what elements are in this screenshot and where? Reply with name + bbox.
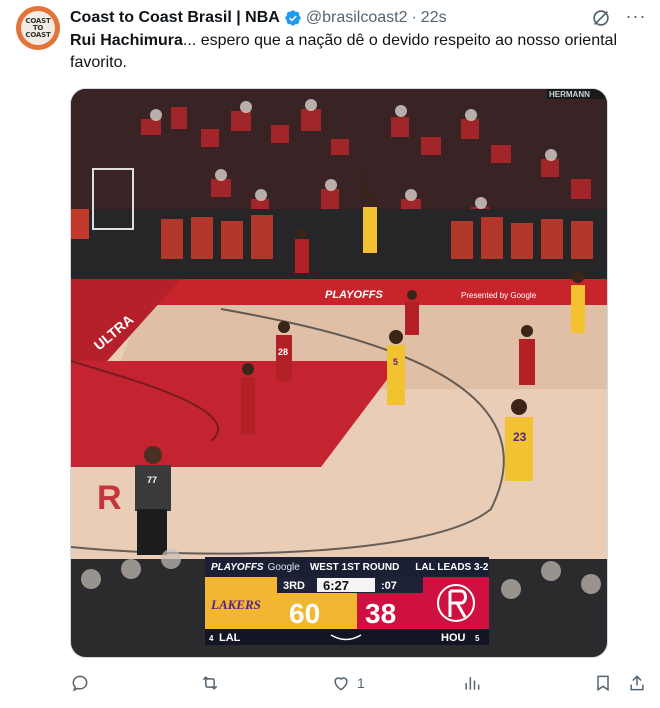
like-button[interactable]: 1	[331, 670, 365, 696]
scorebug-shot-clock: :07	[381, 580, 397, 592]
heart-icon	[334, 677, 348, 691]
author-handle[interactable]: @brasilcoast2	[306, 9, 408, 27]
scorebug-round: WEST 1ST ROUND	[309, 561, 400, 573]
post-text: Rui Hachimura... espero que a nação dê o…	[70, 30, 640, 74]
repost-button[interactable]	[200, 670, 226, 696]
court-ad-center: PLAYOFFS	[325, 289, 384, 301]
scorebug-top-bar: PLAYOFFS Google WEST 1ST ROUND LAL LEADS…	[205, 557, 489, 577]
scorebug-series: LAL LEADS 3-2	[415, 561, 489, 573]
referee-number: 77	[147, 475, 157, 485]
share-icon	[630, 675, 644, 691]
svg-text:R: R	[97, 479, 122, 517]
away-score: 38	[365, 598, 396, 629]
separator-dot: ·	[411, 9, 417, 26]
scorebug-period: 3RD	[283, 580, 305, 592]
home-score: 60	[289, 598, 320, 629]
post-time[interactable]: 22s	[421, 9, 447, 27]
scorebug: PLAYOFFS Google WEST 1ST ROUND LAL LEADS…	[205, 557, 489, 647]
bookmark-button[interactable]	[593, 670, 613, 696]
home-seed: 4	[209, 634, 214, 643]
player-number-5: 5	[393, 357, 398, 367]
video-player[interactable]: HERMANN PLAYOFFS Presented by Google ULT…	[70, 88, 608, 658]
views-button[interactable]	[462, 670, 488, 696]
post-header: Coast to Coast Brasil | NBA @brasilcoast…	[70, 5, 648, 29]
share-button[interactable]	[627, 670, 647, 696]
player-number-28: 28	[278, 347, 288, 357]
post-actions: 1	[0, 664, 660, 704]
reply-button[interactable]	[70, 670, 96, 696]
reply-icon	[72, 675, 88, 692]
like-count: 1	[357, 675, 365, 691]
scorebug-sponsor: Google	[267, 561, 300, 573]
scorebug-playoffs: PLAYOFFS	[211, 561, 264, 573]
arena-banner: HERMANN	[549, 90, 590, 99]
scorebug-main: 3RD 6:27 :07 LAKERS 60 38 4 LAL HOU 5	[205, 577, 489, 645]
verified-badge-icon	[285, 10, 301, 26]
player-number-23: 23	[513, 430, 527, 444]
bookmark-icon	[597, 675, 609, 692]
away-abbr: HOU	[441, 632, 466, 644]
lakers-logo: LAKERS	[210, 597, 261, 612]
avatar-logo: COAST TO COAST	[21, 11, 55, 45]
more-options-icon[interactable]: ···	[624, 5, 648, 29]
author-name[interactable]: Coast to Coast Brasil | NBA	[70, 9, 280, 27]
away-seed: 5	[475, 634, 480, 643]
court-ad-right: Presented by Google	[461, 291, 537, 300]
scorebug-clock: 6:27	[323, 578, 349, 593]
repost-icon	[202, 676, 218, 690]
home-abbr: LAL	[219, 632, 241, 644]
grok-icon[interactable]	[590, 7, 612, 29]
analytics-icon	[465, 677, 480, 690]
post-text-lead: Rui Hachimura	[70, 32, 183, 49]
avatar[interactable]: COAST TO COAST	[16, 6, 60, 50]
